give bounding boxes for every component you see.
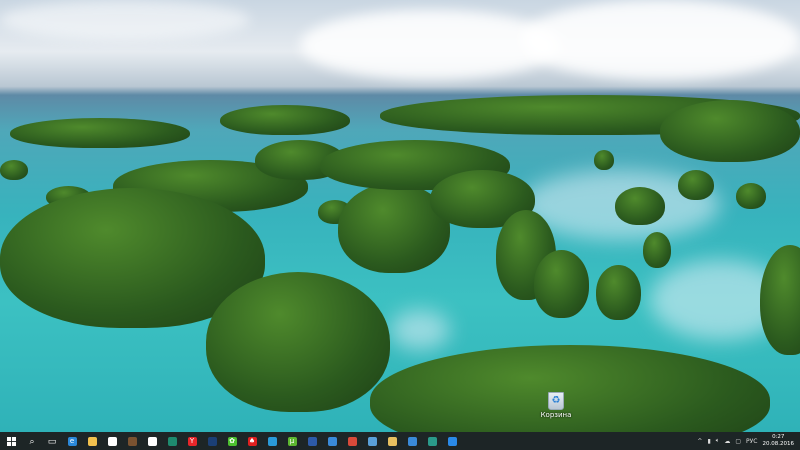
taskbar-utorrent-button[interactable]: µ [282,432,302,450]
taskbar-app-blue-button[interactable] [262,432,282,450]
show-hidden-icons-button[interactable]: ^ [697,438,702,445]
clock-date: 20.08.2016 [762,441,795,447]
taskbar-chrome-button[interactable] [342,432,362,450]
language-indicator[interactable]: РУС [746,438,757,445]
taskbar-edge-button[interactable]: e [62,432,82,450]
desktop-wallpaper [0,0,800,432]
app-window-icon [307,436,317,446]
search-icon: ⌕ [29,436,35,447]
taskbar-app-installer-button[interactable] [362,432,382,450]
utorrent-icon: µ [287,436,297,446]
taskbar-yandex-browser-button[interactable]: Y [182,432,202,450]
app-blue-icon [267,436,277,446]
store-icon [107,436,117,446]
taskbar-app-window-button[interactable] [302,432,322,450]
action-center-icon[interactable]: ▢ [735,438,741,445]
folder-app-icon [387,436,397,446]
taskbar-solitaire-button[interactable]: ♣ [142,432,162,450]
recycle-bin-icon[interactable]: ♻ Корзина [534,392,578,419]
taskbar-remote-desktop-button[interactable] [402,432,422,450]
solitaire-icon: ♣ [147,436,157,446]
yandex-browser-icon: Y [187,436,197,446]
taskbar-minecraft-button[interactable] [122,432,142,450]
start-button[interactable] [0,432,22,450]
windows-logo-icon [6,436,16,446]
taskbar-store-button[interactable] [102,432,122,450]
chrome-icon [347,436,357,446]
card-game-icon: ♠ [247,436,257,446]
system-tray: ^ ▮ 🔈︎ ☁ ▢ РУС 0:27 20.08.2016 [697,434,800,448]
taskbar: ⌕ ▭ e ♣ Y ✿ ♠ µ ^ ▮ 🔈︎ ☁ ▢ РУС 0:27 20.08.2016 [0,432,800,450]
onedrive-icon[interactable]: ☁ [724,438,730,445]
minecraft-icon [127,436,137,446]
clock-time: 0:27 [772,434,785,440]
taskbar-app-circle-button[interactable] [442,432,462,450]
recycle-icon: ♻ [548,392,564,410]
taskbar-file-explorer-button[interactable] [82,432,102,450]
taskbar-app-settings-button[interactable] [322,432,342,450]
app-settings-icon [327,436,337,446]
clock[interactable]: 0:27 20.08.2016 [763,434,795,448]
volume-icon[interactable]: 🔈︎ [716,437,720,445]
task-view-icon: ▭ [47,436,57,447]
taskbar-icq-button[interactable]: ✿ [222,432,242,450]
recycle-bin-label: Корзина [540,411,572,419]
taskbar-app-green-button[interactable] [162,432,182,450]
app-circle-icon [447,436,457,446]
edge-icon: e [67,436,77,446]
app-photo-icon [427,436,437,446]
taskbar-steam-button[interactable] [202,432,222,450]
icq-icon: ✿ [227,436,237,446]
taskbar-task-view-button[interactable]: ▭ [42,432,62,450]
taskbar-app-photo-button[interactable] [422,432,442,450]
taskbar-search-button[interactable]: ⌕ [22,432,42,450]
taskbar-card-game-button[interactable]: ♠ [242,432,262,450]
remote-desktop-icon [407,436,417,446]
steam-icon [207,436,217,446]
app-installer-icon [367,436,377,446]
app-green-icon [167,436,177,446]
network-icon[interactable]: ▮ [707,438,710,445]
taskbar-folder-app-button[interactable] [382,432,402,450]
file-explorer-icon [87,436,97,446]
